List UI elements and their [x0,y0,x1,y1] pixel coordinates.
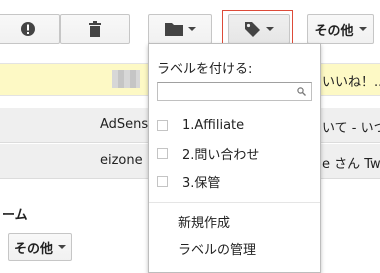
chevron-down-icon [358,27,367,31]
label-option-inquiry[interactable]: 2.問い合わせ [149,141,320,165]
label-option-text: 1.Affiliate [182,117,245,133]
exclamation-icon [21,22,35,36]
create-new-label-item[interactable]: 新規作成 [178,212,230,231]
menu-divider [149,202,320,203]
search-icon [297,87,306,96]
label-option-affiliate[interactable]: 1.Affiliate [149,113,320,137]
trash-icon [89,21,101,37]
message-snippet: いて - いつ [322,121,380,136]
chevron-down-icon [187,27,196,31]
folder-icon [164,23,183,36]
bottom-more-button[interactable]: その他 [8,233,72,261]
label-as-menu: ラベルを付ける: 1.Affiliate 2.問い合わせ 3.保管 新規作成 ラ… [148,43,321,273]
more-label: その他 [13,241,53,257]
menu-title: ラベルを付ける: [157,62,253,77]
manage-labels-item[interactable]: ラベルの管理 [178,239,256,258]
label-search-field[interactable] [157,82,312,101]
label-option-text: 2.問い合わせ [182,147,260,163]
chevron-down-icon [58,245,66,249]
move-to-button[interactable] [148,14,212,44]
label-checkbox[interactable] [157,119,168,131]
sender-avatar-blur [112,70,140,88]
more-label: その他 [314,23,354,39]
label-option-text: 3.保管 [182,175,221,191]
message-sender: eizone [100,153,143,168]
message-snippet: e さん Tw [322,157,380,172]
label-checkbox[interactable] [157,175,168,187]
message-snippet: いいね！... [322,75,380,90]
report-spam-button[interactable] [0,14,60,44]
section-fragment: ーム [2,208,28,223]
label-checkbox[interactable] [157,147,168,159]
label-search-input[interactable] [158,83,294,98]
more-button[interactable]: その他 [307,14,374,44]
delete-button[interactable] [60,14,130,44]
label-option-archive[interactable]: 3.保管 [149,169,320,193]
